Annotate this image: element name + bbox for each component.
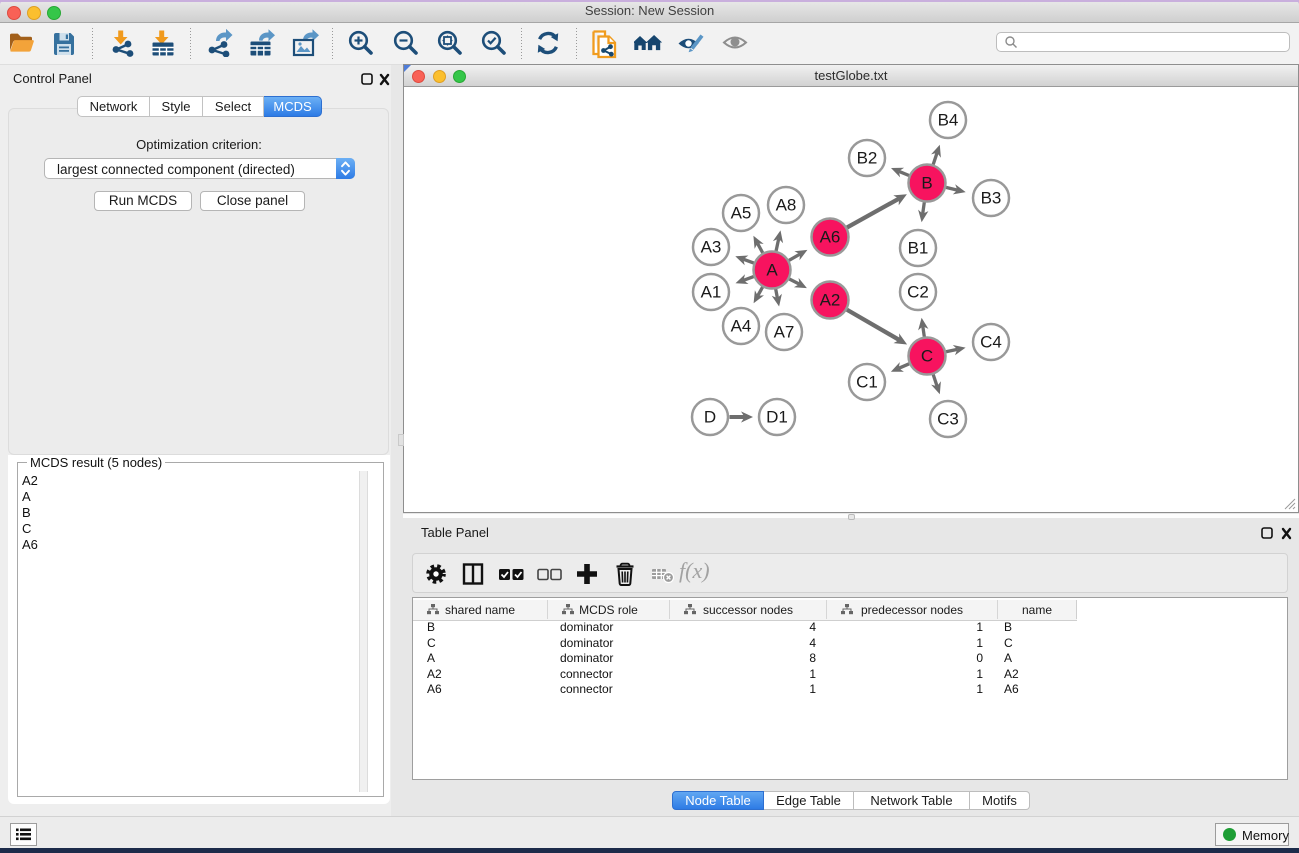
svg-text:A5: A5 [731,204,752,223]
svg-text:C3: C3 [937,410,959,429]
svg-text:A2: A2 [820,291,841,310]
svg-text:C1: C1 [856,373,878,392]
svg-text:B3: B3 [981,189,1002,208]
svg-text:C2: C2 [907,283,929,302]
svg-text:A4: A4 [731,317,752,336]
svg-text:B: B [921,174,932,193]
svg-text:B1: B1 [908,239,929,258]
svg-text:A7: A7 [774,323,795,342]
svg-text:A6: A6 [820,228,841,247]
svg-text:A1: A1 [701,283,722,302]
svg-text:C4: C4 [980,333,1002,352]
svg-text:C: C [921,347,933,366]
svg-text:B2: B2 [857,149,878,168]
svg-text:A: A [766,261,778,280]
svg-text:A3: A3 [701,238,722,257]
svg-text:D1: D1 [766,408,788,427]
svg-text:A8: A8 [776,196,797,215]
svg-text:B4: B4 [938,111,959,130]
svg-text:D: D [704,408,716,427]
